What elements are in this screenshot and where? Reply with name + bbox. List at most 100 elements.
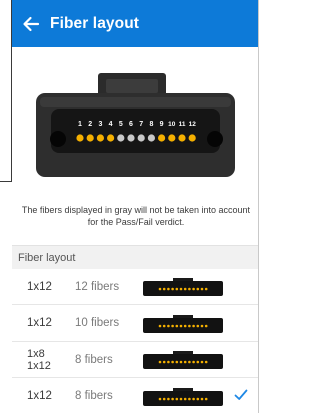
connector-thumbnail-dot: [162, 360, 166, 364]
connector-thumbnail-dot: [167, 360, 170, 364]
fiber-dot-12: [188, 134, 196, 142]
connector-thumbnail-dot: [171, 287, 174, 291]
connector-thumbnail-dot: [200, 360, 204, 364]
connector-thumbnail-dot: [200, 324, 204, 327]
connector-thumbnail-dot: [188, 287, 191, 291]
fiber-number-6: 6: [129, 121, 133, 128]
connector-thumbnail-dot: [192, 360, 195, 364]
connector-thumbnail-dot: [179, 397, 183, 400]
checkmark-icon: [234, 389, 248, 400]
connector-thumbnail-dot: [188, 324, 191, 327]
fiber-number-3: 3: [98, 121, 102, 128]
connector-thumbnail-icon: [143, 387, 223, 406]
layout-type-line: 1x8: [27, 347, 45, 360]
connector-thumbnail-dot: [192, 287, 195, 291]
layout-type: 1x12: [27, 390, 52, 402]
fiber-dot-5: [117, 134, 125, 142]
fiber-number-9: 9: [160, 121, 164, 128]
connector-thumbnail-dot: [175, 324, 179, 327]
fiber-dot-7: [137, 134, 145, 142]
page-title: Fiber layout: [50, 14, 140, 32]
fiber-dot-10: [168, 134, 176, 142]
fiber-count: 8 fibers: [75, 353, 113, 366]
layout-row[interactable]: 1x12 8 fibers: [12, 379, 258, 413]
app-bar: Fiber layout: [12, 0, 258, 47]
fiber-dot-9: [158, 134, 166, 142]
layout-row[interactable]: 1x8 1x12 8 fibers: [12, 342, 258, 378]
connector-thumbnail-dot: [162, 397, 166, 400]
fiber-dot-8: [147, 134, 155, 142]
connector-thumbnail-dot: [158, 287, 162, 291]
fiber-count: 12 fibers: [75, 280, 120, 293]
layout-type: 1x12: [27, 281, 52, 293]
connector-thumbnail-dot: [196, 287, 200, 291]
connector-thumbnail-dot: [200, 287, 204, 291]
connector-thumbnail-dot: [179, 360, 183, 364]
connector-thumbnail-dot: [171, 360, 174, 364]
fiber-count: 10 fibers: [75, 317, 120, 329]
frame-line-right: [258, 0, 259, 413]
fiber-number-5: 5: [119, 121, 123, 128]
connector-thumbnail-dot: [196, 324, 200, 327]
layout-type: 1x8 1x12: [27, 348, 51, 372]
fiber-number-1: 1: [78, 121, 82, 128]
connector-thumbnail-dot: [188, 397, 191, 400]
connector-thumbnail-dot: [158, 397, 162, 400]
fiber-dot-3: [96, 134, 104, 142]
connector-thumbnail-dot: [167, 287, 170, 291]
connector-thumbnail-icon: [143, 351, 223, 369]
fiber-dot-1: [76, 134, 84, 142]
connector-thumbnail-dot: [158, 324, 162, 327]
fiber-number-11: 11: [179, 121, 186, 128]
arrow-left-icon: [23, 16, 40, 31]
connector-thumbnail-dot: [204, 360, 208, 364]
fiber-dot-4: [107, 134, 115, 142]
layout-type-line: 1x12: [27, 359, 51, 372]
connector-thumbnail-dot: [183, 287, 187, 291]
connector-thumbnail-dot: [183, 360, 187, 364]
connector-thumbnail-dot: [175, 287, 179, 291]
frame-line-stub: [0, 181, 12, 182]
connector-thumbnail-dot: [158, 360, 162, 364]
fiber-dot-6: [127, 134, 135, 142]
connector-thumbnail-icon: [143, 278, 223, 296]
mpo-connector-illustration: 1 2 3 4 5 6 7 8 9 10 11 12: [36, 73, 235, 177]
connector-thumbnail-dot: [196, 360, 200, 364]
connector-thumbnail-dot: [183, 324, 187, 327]
connector-thumbnail-dot: [167, 397, 170, 400]
fiber-number-8: 8: [149, 121, 153, 128]
fiber-dot-2: [86, 134, 94, 142]
connector-thumbnail-dot: [179, 287, 183, 291]
connector-thumbnail-dot: [162, 324, 166, 327]
layout-type-line: 1x12: [27, 317, 52, 329]
connector-thumbnail-dot: [188, 360, 191, 364]
fiber-count: 8 fibers: [75, 390, 113, 402]
layout-type-line: 1x12: [27, 390, 52, 402]
connector-thumbnail-dot: [200, 397, 204, 400]
connector-thumbnail-dot: [196, 397, 200, 400]
connector-thumbnail-dot: [175, 397, 179, 400]
fiber-number-12: 12: [189, 121, 197, 128]
layout-type: 1x12: [27, 317, 52, 329]
connector-thumbnail-dot: [167, 324, 170, 327]
layout-row[interactable]: 1x12 12 fibers: [12, 269, 258, 305]
fiber-layout-screen: Fiber layout 1 2 3 4 5 6 7 8 9 10 11 12 The fibers …: [12, 0, 258, 413]
connector-thumbnail-dot: [204, 397, 208, 400]
connector-thumbnail-dot: [175, 360, 179, 364]
fiber-number-2: 2: [88, 121, 92, 128]
connector-thumbnail-dot: [171, 397, 174, 400]
pass-fail-note: The fibers displayed in gray will not be…: [21, 205, 251, 227]
connector-thumbnail-dot: [179, 324, 183, 327]
section-header: Fiber layout: [12, 245, 258, 269]
connector-thumbnail-dot: [192, 397, 195, 400]
connector-thumbnail-icon: [143, 314, 223, 333]
connector-thumbnail-dot: [162, 287, 166, 291]
layout-row[interactable]: 1x12 10 fibers: [12, 306, 258, 342]
connector-thumbnail-dot: [204, 324, 208, 327]
connector-thumbnail-dot: [204, 287, 208, 291]
connector-thumbnail-dot: [171, 324, 174, 327]
fiber-number-7: 7: [139, 121, 143, 128]
back-button[interactable]: [12, 0, 50, 47]
connector-thumbnail-dot: [192, 324, 195, 327]
layout-type-line: 1x12: [27, 280, 52, 293]
